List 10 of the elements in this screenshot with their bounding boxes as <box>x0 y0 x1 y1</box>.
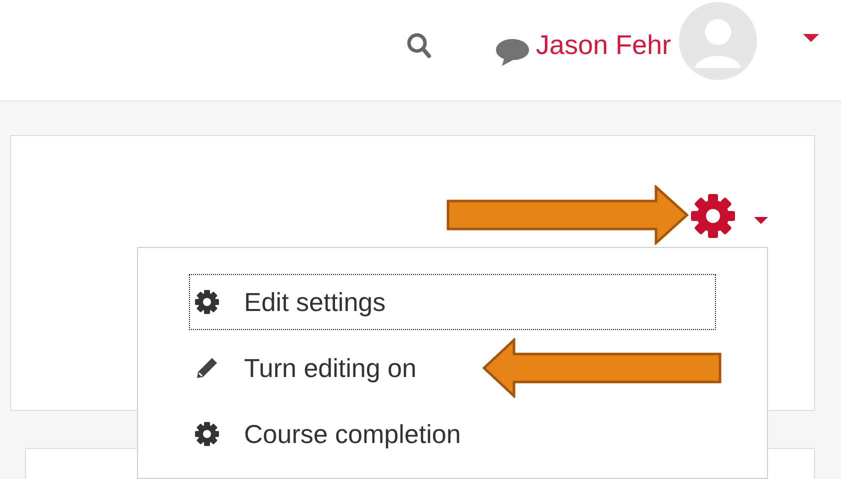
user-name[interactable]: Jason Fehr <box>536 24 671 66</box>
settings-gear-icon[interactable] <box>690 193 736 239</box>
chat-icon[interactable] <box>494 37 530 67</box>
menu-item[interactable]: Edit settings <box>190 275 715 329</box>
caret-icon[interactable] <box>803 34 819 42</box>
search-icon[interactable] <box>406 32 432 60</box>
caret-icon[interactable] <box>754 217 768 225</box>
pencil-icon <box>194 355 220 381</box>
menu-item[interactable]: Course completion <box>190 407 465 461</box>
menu-item[interactable]: Turn editing on <box>190 341 420 395</box>
